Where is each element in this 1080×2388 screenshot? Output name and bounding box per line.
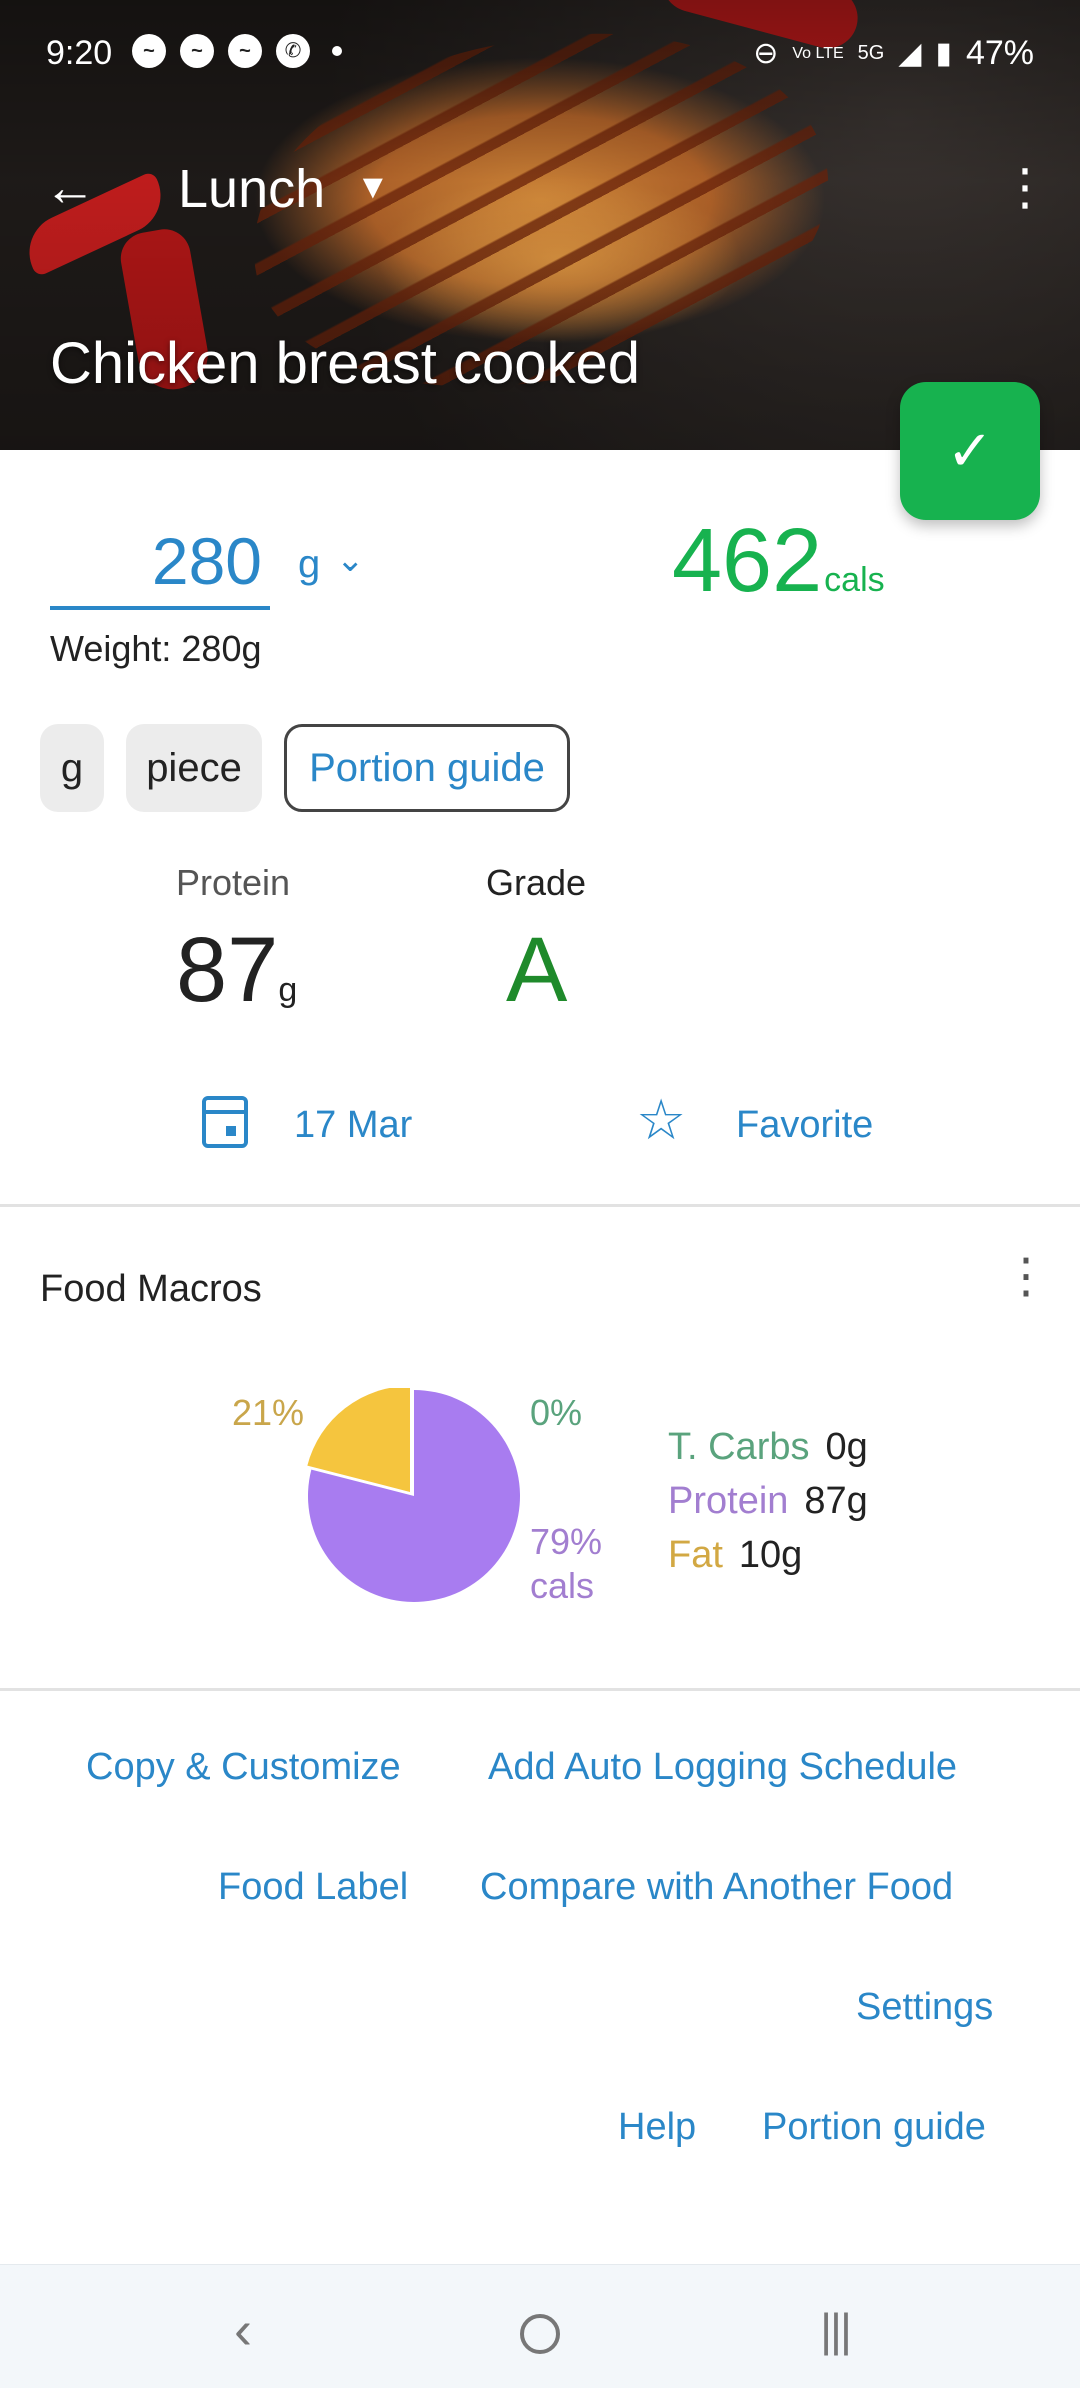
legend-carbs-label: T. Carbs — [668, 1426, 810, 1468]
chevron-down-icon[interactable]: ⌄ — [336, 540, 365, 580]
protein-label: Protein — [176, 862, 291, 903]
protein-unit: g — [278, 971, 298, 1009]
nav-home-icon[interactable] — [505, 2295, 575, 2365]
messenger-icon: ~ — [132, 34, 166, 68]
network-type: 5G — [857, 42, 885, 64]
favorite-button[interactable]: Favorite — [736, 1104, 873, 1147]
volte-icon: Vo LTE — [792, 44, 844, 62]
carbs-percent: 0% — [530, 1392, 583, 1433]
divider — [0, 1688, 1080, 1691]
portion-guide-chip[interactable]: Portion guide — [284, 724, 570, 812]
unit-chip-piece[interactable]: piece — [126, 724, 262, 812]
settings-link[interactable]: Settings — [856, 1986, 993, 2029]
status-right: ⊖ Vo LTE 5G ◢ ▮ 47% — [753, 34, 1034, 73]
messenger-icon: ~ — [180, 34, 214, 68]
copy-customize-link[interactable]: Copy & Customize — [86, 1746, 401, 1789]
legend-protein-label: Protein — [668, 1480, 789, 1522]
confirm-check-button[interactable]: ✓ — [900, 382, 1040, 520]
legend-fat-label: Fat — [668, 1534, 723, 1576]
messenger-icon: ~ — [228, 34, 262, 68]
system-nav-bar: ‹ ||| — [0, 2264, 1080, 2388]
more-notifications-dot — [332, 46, 342, 56]
notification-icons: ~ ~ ~ ✆ — [132, 34, 342, 68]
protein-number: 87 — [176, 919, 279, 1021]
meal-selector[interactable]: Lunch — [178, 158, 325, 220]
food-macros-title: Food Macros — [40, 1268, 262, 1310]
portion-guide-link[interactable]: Portion guide — [762, 2106, 986, 2149]
calendar-icon[interactable] — [202, 1096, 248, 1148]
grade-value: A — [506, 919, 568, 1021]
food-name: Chicken breast cooked — [50, 331, 640, 396]
grade-label: Grade — [486, 862, 587, 903]
food-label-link[interactable]: Food Label — [218, 1866, 408, 1909]
check-icon: ✓ — [946, 419, 994, 482]
status-bar: 9:20 ~ ~ ~ ✆ ⊖ Vo LTE 5G ◢ ▮ 47% — [0, 0, 1080, 110]
protein-percent: 79% cals — [530, 1520, 602, 1608]
fat-percent: 21% — [232, 1392, 305, 1433]
status-time: 9:20 — [46, 34, 113, 72]
more-vert-icon[interactable]: ⋮ — [1000, 160, 1050, 220]
quantity-input[interactable]: 280 — [50, 512, 270, 610]
nav-recents-icon[interactable]: ||| — [800, 2295, 870, 2365]
signal-icon: ◢ — [898, 37, 922, 70]
macros-pie-chart — [306, 1386, 522, 1604]
legend-fat-value: 10g — [738, 1534, 803, 1576]
date-button[interactable]: 17 Mar — [294, 1104, 412, 1147]
macros-legend: T. Carbs 0g Protein 87g Fat 10g — [668, 1420, 868, 1582]
do-not-disturb-icon: ⊖ — [753, 37, 779, 70]
whatsapp-icon: ✆ — [276, 34, 310, 68]
macros-more-vert-icon[interactable]: ⋮ — [1002, 1248, 1050, 1304]
legend-row-fat: Fat 10g — [668, 1528, 868, 1582]
calorie-unit: cals — [824, 561, 885, 599]
back-arrow-icon[interactable]: ← — [44, 162, 100, 218]
calorie-value: 462 — [672, 511, 823, 611]
legend-carbs-value: 0g — [825, 1426, 868, 1468]
protein-value: 87g — [176, 918, 297, 1023]
battery-icon: ▮ — [935, 37, 952, 70]
legend-row-carbs: T. Carbs 0g — [668, 1420, 868, 1474]
legend-protein-value: 87g — [804, 1480, 868, 1522]
protein-percent-value: 79% — [530, 1521, 603, 1562]
star-outline-icon[interactable]: ☆ — [636, 1090, 686, 1150]
battery-level: 47% — [965, 34, 1034, 72]
app-bar: ← Lunch ▼ ⋮ — [0, 150, 1080, 230]
unit-dropdown[interactable]: g — [298, 542, 320, 587]
auto-logging-link[interactable]: Add Auto Logging Schedule — [488, 1746, 957, 1789]
caret-down-icon[interactable]: ▼ — [356, 168, 390, 207]
help-link[interactable]: Help — [618, 2106, 696, 2149]
weight-label: Weight: 280g — [50, 628, 262, 669]
date-favorite-row: 17 Mar ☆ Favorite — [0, 1086, 1080, 1166]
divider — [0, 1204, 1080, 1207]
legend-row-protein: Protein 87g — [668, 1474, 868, 1528]
nav-back-icon[interactable]: ‹ — [208, 2295, 278, 2365]
unit-label: g — [298, 542, 321, 586]
unit-chip-g[interactable]: g — [40, 724, 104, 812]
compare-food-link[interactable]: Compare with Another Food — [480, 1866, 953, 1909]
protein-percent-unit: cals — [530, 1565, 595, 1606]
calorie-total: 462cals — [672, 510, 885, 613]
